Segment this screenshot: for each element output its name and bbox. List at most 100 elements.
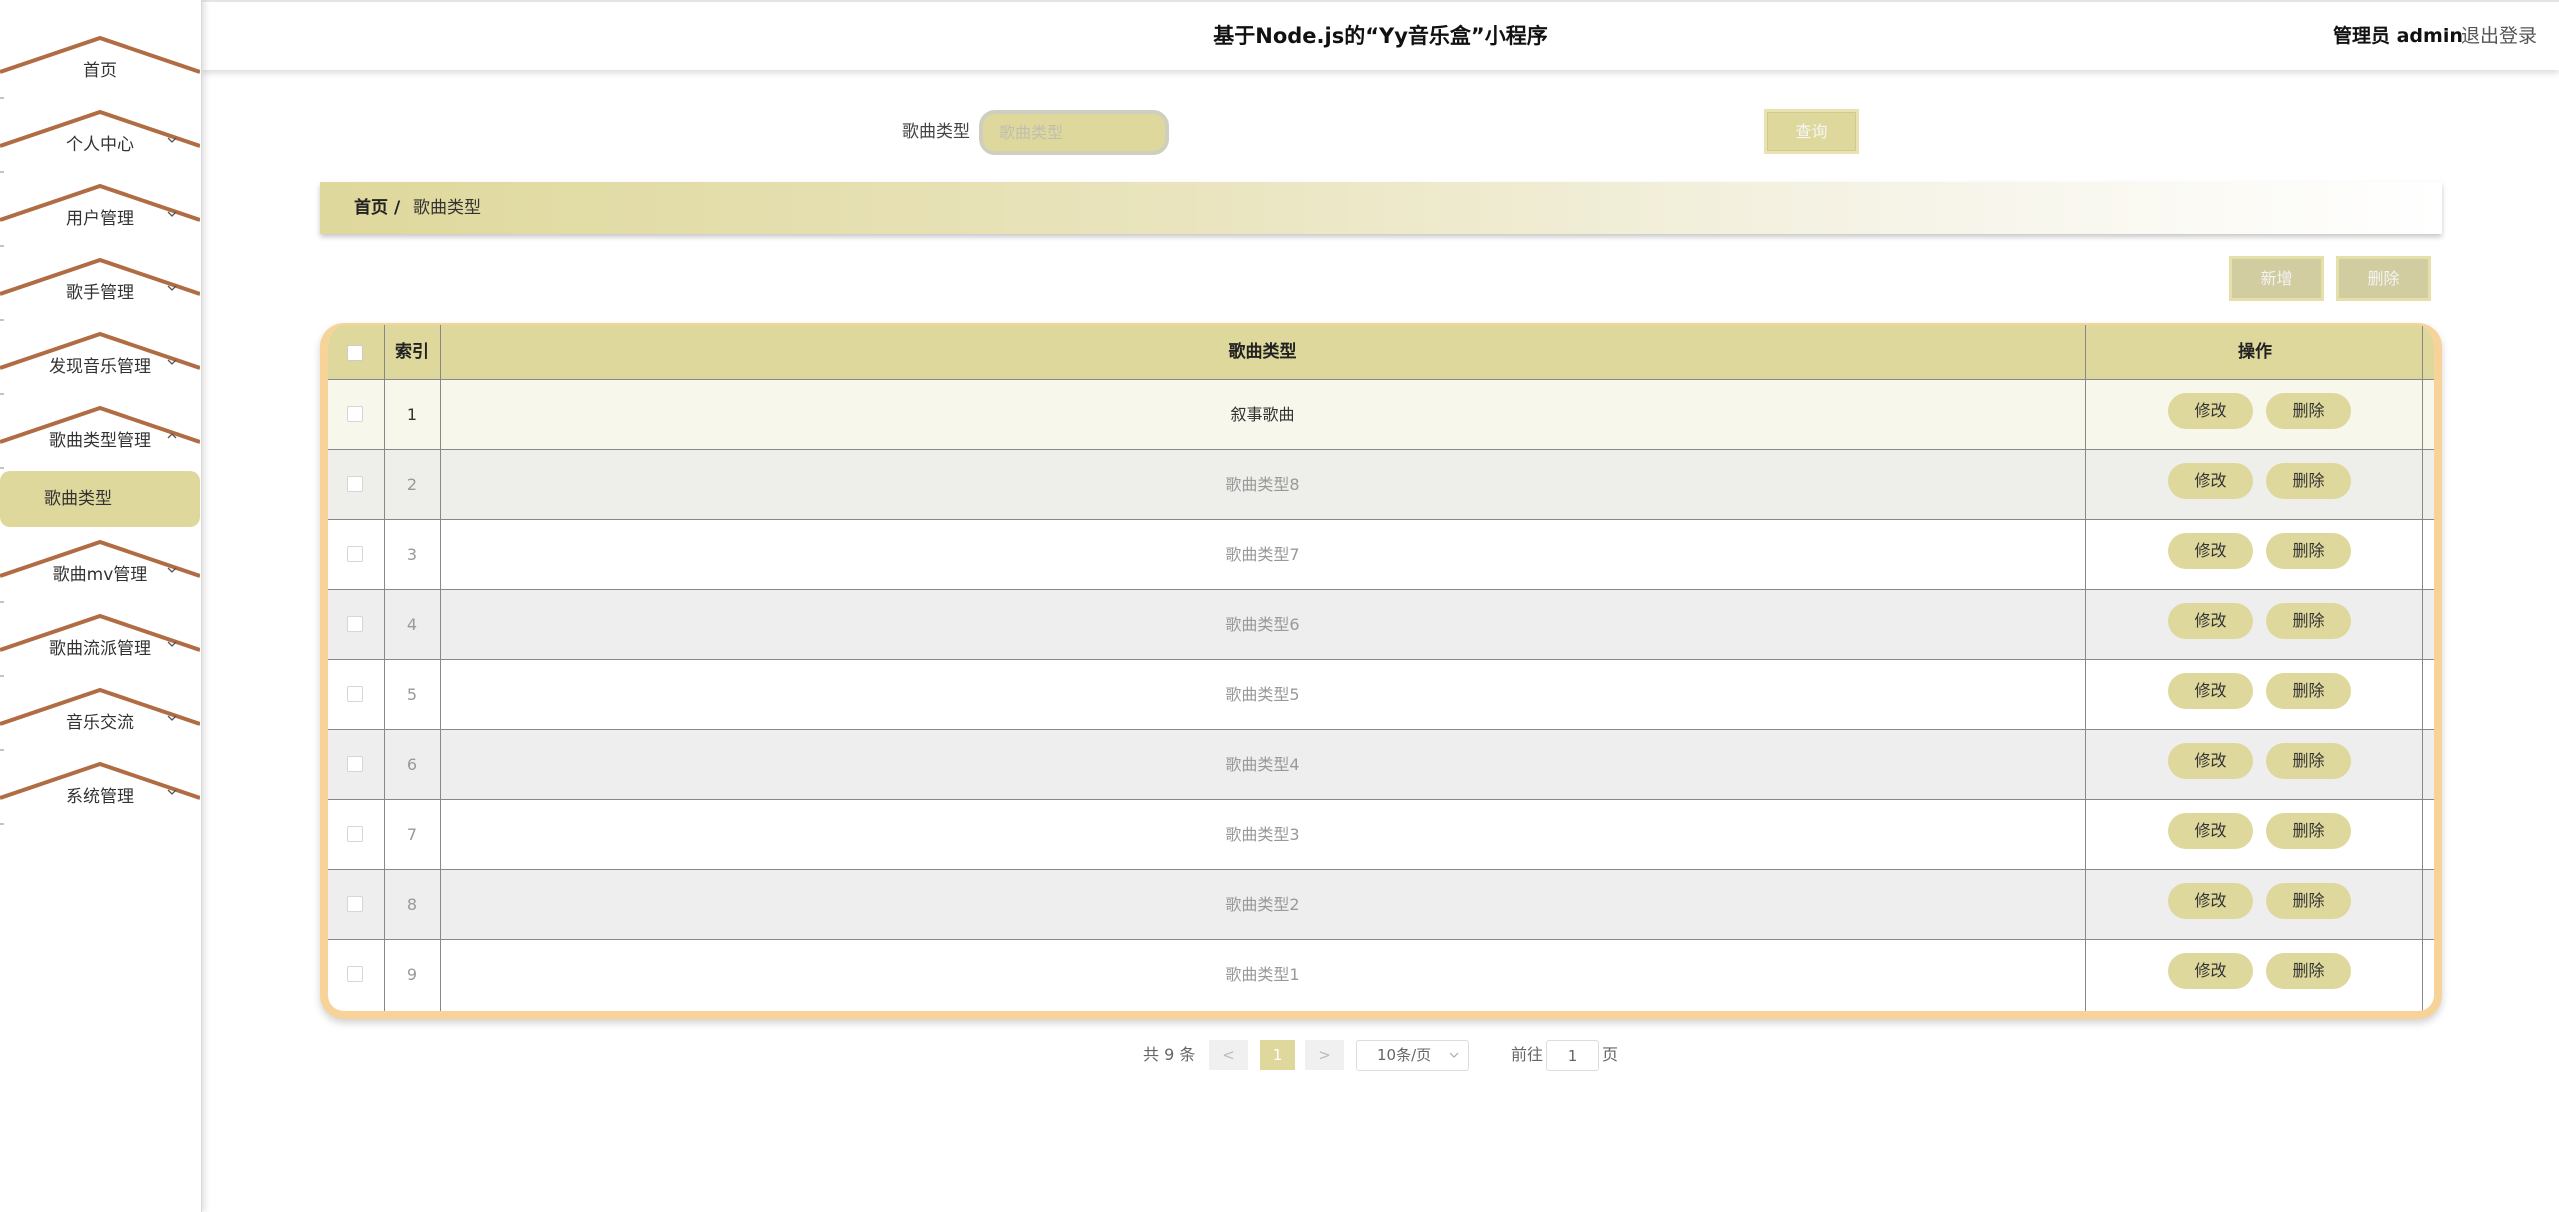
table-row: 6 歌曲类型4 修改 删除 [328, 729, 2434, 799]
row-type: 叙事歌曲 [1230, 405, 1295, 424]
chevron-down-icon [167, 359, 177, 365]
sidebar-item-label: 首页 [83, 61, 117, 81]
delete-button[interactable]: 删除 [2266, 533, 2351, 569]
row-index: 5 [406, 685, 418, 704]
sidebar-item-genre-management[interactable]: 歌曲流派管理 [0, 612, 200, 686]
current-user: 管理员 admin [2333, 25, 2463, 47]
pagination-prev-button[interactable]: < [1209, 1040, 1248, 1070]
row-index: 3 [406, 545, 418, 564]
pagination-page-1[interactable]: 1 [1260, 1040, 1295, 1070]
row-checkbox[interactable] [347, 966, 363, 982]
row-checkbox[interactable] [347, 476, 363, 492]
row-index: 9 [406, 965, 418, 984]
chevron-down-icon [167, 211, 177, 217]
edit-button[interactable]: 修改 [2168, 603, 2253, 639]
chevron-down-icon [167, 567, 177, 573]
column-divider [440, 325, 441, 1011]
sidebar-subitem-label: 歌曲类型 [44, 489, 112, 509]
delete-button[interactable]: 删除 [2266, 603, 2351, 639]
column-divider [2422, 325, 2423, 1011]
row-index: 6 [406, 755, 418, 774]
table-row: 5 歌曲类型5 修改 删除 [328, 659, 2434, 729]
row-type: 歌曲类型4 [1225, 755, 1300, 774]
row-index: 2 [406, 475, 418, 494]
table-header: 索引 歌曲类型 操作 [328, 325, 2434, 379]
edit-button[interactable]: 修改 [2168, 883, 2253, 919]
row-type: 歌曲类型2 [1225, 895, 1300, 914]
edit-button[interactable]: 修改 [2168, 813, 2253, 849]
sidebar-item-discover-music[interactable]: 发现音乐管理 [0, 330, 200, 404]
row-type: 歌曲类型1 [1225, 965, 1300, 984]
page-size-select[interactable]: 10条/页 [1356, 1040, 1469, 1071]
sidebar-item-personal-center[interactable]: 个人中心 [0, 108, 200, 182]
breadcrumb-separator: / [394, 198, 401, 218]
chevron-down-icon [167, 285, 177, 291]
sidebar-item-system-management[interactable]: 系统管理 [0, 760, 200, 834]
song-type-search-input[interactable] [979, 110, 1169, 155]
chevron-down-icon [167, 641, 177, 647]
edit-button[interactable]: 修改 [2168, 533, 2253, 569]
column-header-type: 歌曲类型 [1228, 342, 1297, 362]
sidebar-item-song-type-management[interactable]: 歌曲类型管理 [0, 404, 200, 478]
edit-button[interactable]: 修改 [2168, 953, 2253, 989]
row-checkbox[interactable] [347, 826, 363, 842]
edit-button[interactable]: 修改 [2168, 393, 2253, 429]
sidebar-item-user-management[interactable]: 用户管理 [0, 182, 200, 256]
select-all-checkbox[interactable] [347, 345, 363, 361]
pagination-goto-input[interactable] [1546, 1040, 1599, 1071]
pagination-page-unit: 页 [1602, 1045, 1619, 1064]
query-button[interactable]: 查询 [1764, 109, 1859, 154]
chevron-down-icon [167, 137, 177, 143]
table-row: 2 歌曲类型8 修改 删除 [328, 449, 2434, 519]
search-label: 歌曲类型 [902, 122, 970, 142]
row-checkbox[interactable] [347, 686, 363, 702]
pagination-total: 共 9 条 [1143, 1045, 1196, 1064]
column-divider [2085, 325, 2086, 1011]
top-header: 基于Node.js的“Yy音乐盒”小程序 管理员 admin 退出登录 [202, 0, 2559, 70]
table-row: 1 叙事歌曲 修改 删除 [328, 379, 2434, 449]
row-type: 歌曲类型7 [1225, 545, 1300, 564]
sidebar-item-music-exchange[interactable]: 音乐交流 [0, 686, 200, 760]
row-checkbox[interactable] [347, 546, 363, 562]
delete-button[interactable]: 删除 [2266, 463, 2351, 499]
row-type: 歌曲类型5 [1225, 685, 1300, 704]
breadcrumb-home[interactable]: 首页 [354, 182, 388, 234]
row-type: 歌曲类型6 [1225, 615, 1300, 634]
row-index: 8 [406, 895, 418, 914]
pagination-next-button[interactable]: > [1305, 1040, 1344, 1070]
edit-button[interactable]: 修改 [2168, 673, 2253, 709]
edit-button[interactable]: 修改 [2168, 463, 2253, 499]
pagination-goto-label: 前往 [1511, 1045, 1544, 1064]
row-type: 歌曲类型3 [1225, 825, 1300, 844]
row-checkbox[interactable] [347, 616, 363, 632]
column-header-index: 索引 [395, 342, 429, 362]
sidebar: 首页 个人中心 用户管理 歌手管理 发现音乐管理 歌曲类型管理 歌曲类型 歌曲m… [0, 0, 202, 1212]
sidebar-item-song-mv-management[interactable]: 歌曲mv管理 [0, 538, 200, 612]
row-type: 歌曲类型8 [1225, 475, 1300, 494]
sidebar-item-home[interactable]: 首页 [0, 34, 200, 108]
delete-button[interactable]: 删除 [2266, 393, 2351, 429]
row-checkbox[interactable] [347, 406, 363, 422]
row-index: 1 [406, 405, 418, 424]
delete-button[interactable]: 删除 [2266, 883, 2351, 919]
row-index: 4 [406, 615, 418, 634]
logout-link[interactable]: 退出登录 [2461, 2, 2537, 70]
row-index: 7 [406, 825, 418, 844]
app-title: 基于Node.js的“Yy音乐盒”小程序 [1213, 24, 1548, 48]
table-row: 3 歌曲类型7 修改 删除 [328, 519, 2434, 589]
column-divider [384, 325, 385, 1011]
chevron-down-icon [1449, 1052, 1459, 1058]
sidebar-subitem-song-type[interactable]: 歌曲类型 [0, 471, 200, 527]
delete-button[interactable]: 删除 [2266, 813, 2351, 849]
table-row: 9 歌曲类型1 修改 删除 [328, 939, 2434, 1009]
row-checkbox[interactable] [347, 756, 363, 772]
delete-button[interactable]: 删除 [2266, 953, 2351, 989]
edit-button[interactable]: 修改 [2168, 743, 2253, 779]
batch-delete-button[interactable]: 删除 [2336, 256, 2431, 301]
add-button[interactable]: 新增 [2229, 256, 2324, 301]
delete-button[interactable]: 删除 [2266, 673, 2351, 709]
delete-button[interactable]: 删除 [2266, 743, 2351, 779]
column-header-ops: 操作 [2238, 342, 2272, 362]
sidebar-item-singer-management[interactable]: 歌手管理 [0, 256, 200, 330]
row-checkbox[interactable] [347, 896, 363, 912]
